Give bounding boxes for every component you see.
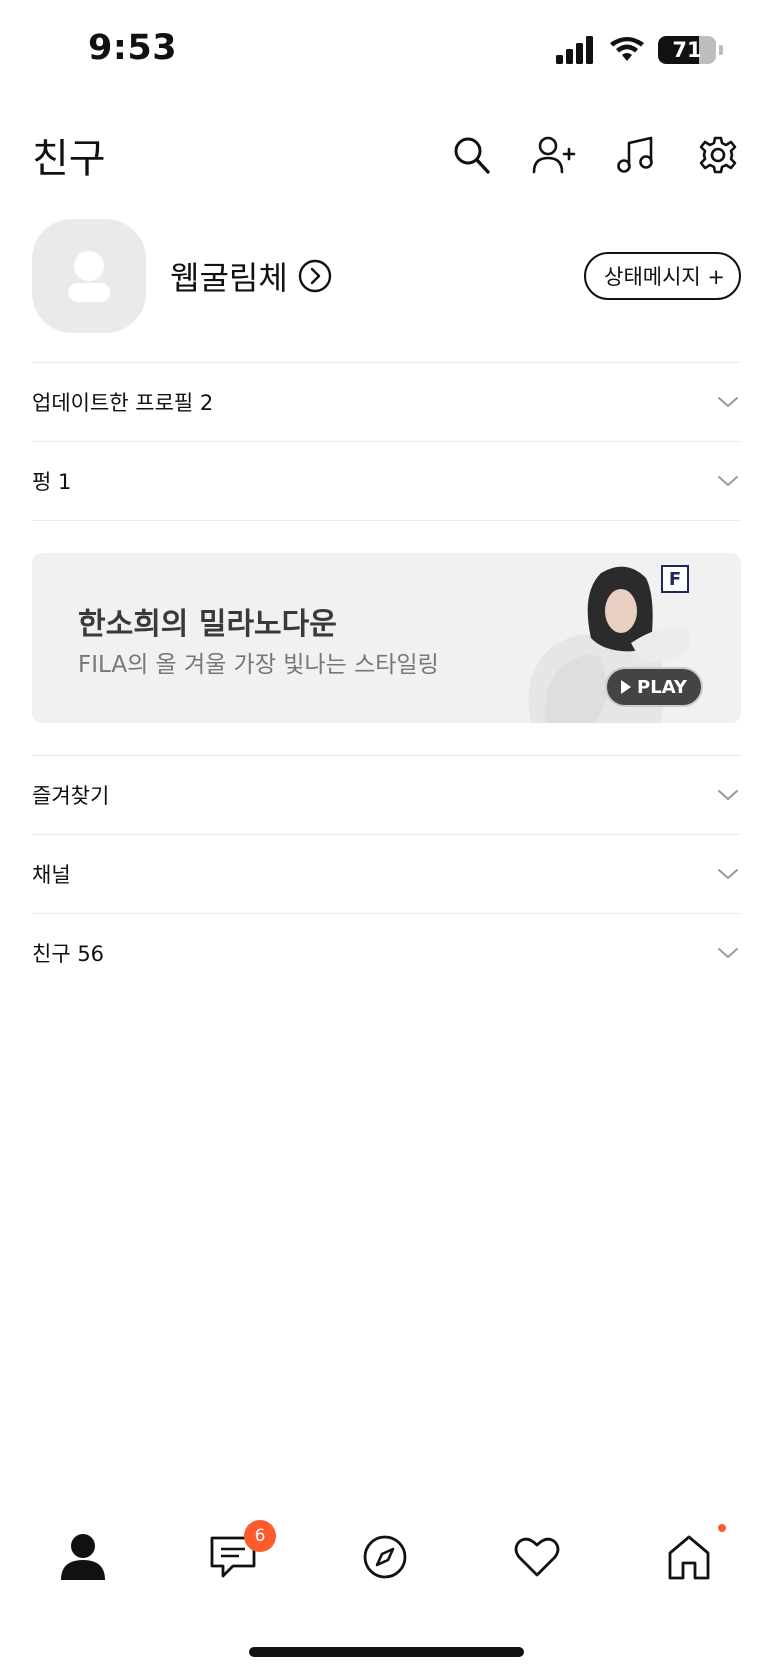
- chat-badge: 6: [244, 1520, 276, 1552]
- play-button[interactable]: PLAY: [605, 667, 703, 707]
- header-actions: [449, 132, 741, 178]
- tab-friends[interactable]: [56, 1530, 110, 1584]
- status-icons: 71: [556, 36, 723, 64]
- section-channels[interactable]: 채널: [32, 834, 741, 913]
- compass-icon: [363, 1535, 407, 1579]
- wifi-icon: [610, 37, 644, 61]
- search-icon: [454, 137, 490, 174]
- notification-dot: [718, 1524, 726, 1532]
- tab-shopping[interactable]: [510, 1530, 564, 1584]
- cellular-signal-icon: [556, 36, 593, 64]
- person-icon: [61, 1534, 105, 1580]
- section-label-channels: 채널: [32, 863, 71, 887]
- tab-bar: 6: [0, 1520, 773, 1590]
- avatar[interactable]: [32, 219, 146, 333]
- battery-icon: 71: [658, 36, 716, 64]
- chevron-right-circle-icon[interactable]: [298, 259, 332, 293]
- settings-button[interactable]: [695, 132, 741, 178]
- status-message-button[interactable]: 상태메시지 +: [584, 252, 741, 300]
- profile-name: 웹굴림체: [170, 259, 288, 297]
- chevron-down-icon: [718, 948, 738, 958]
- play-icon: [621, 680, 632, 694]
- home-indicator[interactable]: [249, 1647, 524, 1657]
- fila-logo: F: [661, 565, 689, 593]
- tab-chats[interactable]: 6: [206, 1520, 276, 1584]
- page-title: 친구: [32, 136, 106, 182]
- add-friend-icon: [532, 136, 576, 174]
- default-avatar-icon: [68, 251, 110, 302]
- music-button[interactable]: [613, 132, 659, 178]
- chevron-down-icon: [718, 790, 738, 800]
- tab-more[interactable]: [662, 1524, 726, 1584]
- section-friends[interactable]: 친구 56: [32, 913, 741, 992]
- section-label-updated-profiles: 업데이트한 프로필 2: [32, 391, 214, 415]
- divider: [32, 520, 741, 521]
- section-label-pung: 펑 1: [32, 470, 72, 494]
- my-profile[interactable]: 웹굴림체 상태메시지 +: [32, 218, 741, 334]
- section-updated-profiles[interactable]: 업데이트한 프로필 2: [32, 362, 741, 441]
- play-label: PLAY: [637, 676, 687, 698]
- search-button[interactable]: [449, 132, 495, 178]
- heart-icon: [514, 1537, 560, 1577]
- ad-banner[interactable]: 한소희의 밀라노다운 FILA의 올 겨울 가장 빛나는 스타일링 F PLAY: [32, 553, 741, 723]
- tab-view[interactable]: [358, 1530, 412, 1584]
- home-icon: [668, 1535, 710, 1580]
- chevron-down-icon: [718, 397, 738, 407]
- section-label-favorites: 즐겨찾기: [32, 784, 110, 808]
- settings-icon: [699, 136, 737, 174]
- chevron-down-icon: [718, 476, 738, 486]
- status-time: 9:53: [88, 28, 178, 68]
- chevron-down-icon: [718, 869, 738, 879]
- section-pung[interactable]: 펑 1: [32, 441, 741, 520]
- profile-name-row[interactable]: 웹굴림체: [170, 253, 584, 299]
- music-icon: [617, 136, 653, 173]
- status-bar: 9:53 71: [0, 0, 773, 100]
- header: 친구: [32, 125, 741, 185]
- battery-percentage: 71: [672, 38, 702, 62]
- ad-title: 한소희의 밀라노다운: [78, 607, 337, 642]
- battery-tip: [719, 45, 723, 55]
- section-label-friends: 친구 56: [32, 942, 105, 966]
- ad-subtitle: FILA의 올 겨울 가장 빛나는 스타일링: [78, 652, 439, 678]
- add-friend-button[interactable]: [531, 132, 577, 178]
- section-favorites[interactable]: 즐겨찾기: [32, 755, 741, 834]
